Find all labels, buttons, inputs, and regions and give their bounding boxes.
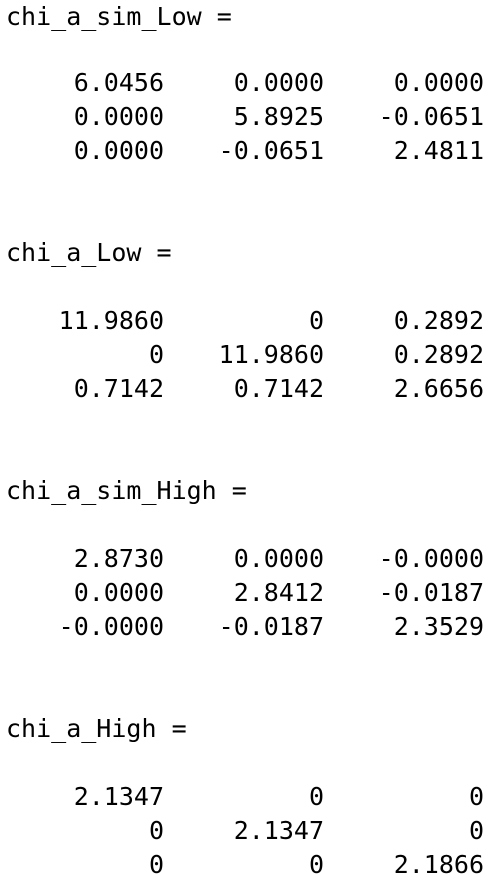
matrix-row: 0 2.1347 0 [0, 814, 488, 848]
matrix-cell: 0.0000 [73, 136, 164, 165]
matrix-cell: 2.3529 [393, 612, 484, 641]
matrix-row: 0.0000 -0.0651 2.4811 [0, 134, 488, 168]
matrix-cell: -0.0651 [378, 102, 484, 131]
matrix-cell: 0 [468, 782, 484, 811]
matrix-cell: -0.0187 [378, 578, 484, 607]
matrix-row: 0 11.9860 0.2892 [0, 338, 488, 372]
matrix-cell: 0.0000 [73, 578, 164, 607]
matrix-cell: 0.0000 [233, 68, 324, 97]
matrix-cell: 0 [308, 306, 324, 335]
matrix-row: -0.0000 -0.0187 2.3529 [0, 610, 488, 644]
matrix-cell: 0.0000 [73, 102, 164, 131]
matrix-cell: 0 [308, 850, 324, 879]
matrix-cell: 0.2892 [393, 306, 484, 335]
matrix-cell: 0.0000 [393, 68, 484, 97]
matrix-cell: 6.0456 [73, 68, 164, 97]
matrix-cell: 11.9860 [218, 340, 324, 369]
matrix-row: 0.0000 2.8412 -0.0187 [0, 576, 488, 610]
matrix-cell: 2.6656 [393, 374, 484, 403]
matrix-row: 6.0456 0.0000 0.0000 [0, 66, 488, 100]
matrix-cell: -0.0000 [378, 544, 484, 573]
matrix-cell: 0 [308, 782, 324, 811]
matrix-row: 2.8730 0.0000 -0.0000 [0, 542, 488, 576]
matrix-cell: 2.8730 [73, 544, 164, 573]
matrix-title: chi_a_sim_High = [6, 476, 247, 505]
matrix-cell: 2.1866 [393, 850, 484, 879]
matrix-cell: -0.0000 [58, 612, 164, 641]
matrix-cell: 11.9860 [58, 306, 164, 335]
matrix-cell: 2.1347 [73, 782, 164, 811]
matrix-row: 0.0000 5.8925 -0.0651 [0, 100, 488, 134]
matrix-cell: 0.7142 [233, 374, 324, 403]
matrix-row: 0 0 2.1866 [0, 848, 488, 882]
matrix-cell: -0.0187 [218, 612, 324, 641]
matrix-cell: 0 [148, 340, 164, 369]
matrix-cell: 2.8412 [233, 578, 324, 607]
matrix-cell: 0 [468, 816, 484, 845]
matrix-title: chi_a_Low = [6, 238, 172, 267]
matrix-row: 2.1347 0 0 [0, 780, 488, 814]
matrix-row: 11.9860 0 0.2892 [0, 304, 488, 338]
matrix-cell: 0.2892 [393, 340, 484, 369]
matrix-title: chi_a_High = [6, 714, 187, 743]
matrix-cell: -0.0651 [218, 136, 324, 165]
matrix-cell: 5.8925 [233, 102, 324, 131]
matrix-cell: 0 [148, 850, 164, 879]
matrix-cell: 0 [148, 816, 164, 845]
matrix-title: chi_a_sim_Low = [6, 2, 232, 31]
matrix-cell: 2.4811 [393, 136, 484, 165]
matrix-row: 0.7142 0.7142 2.6656 [0, 372, 488, 406]
matrix-cell: 2.1347 [233, 816, 324, 845]
matrix-cell: 0.0000 [233, 544, 324, 573]
matrix-cell: 0.7142 [73, 374, 164, 403]
